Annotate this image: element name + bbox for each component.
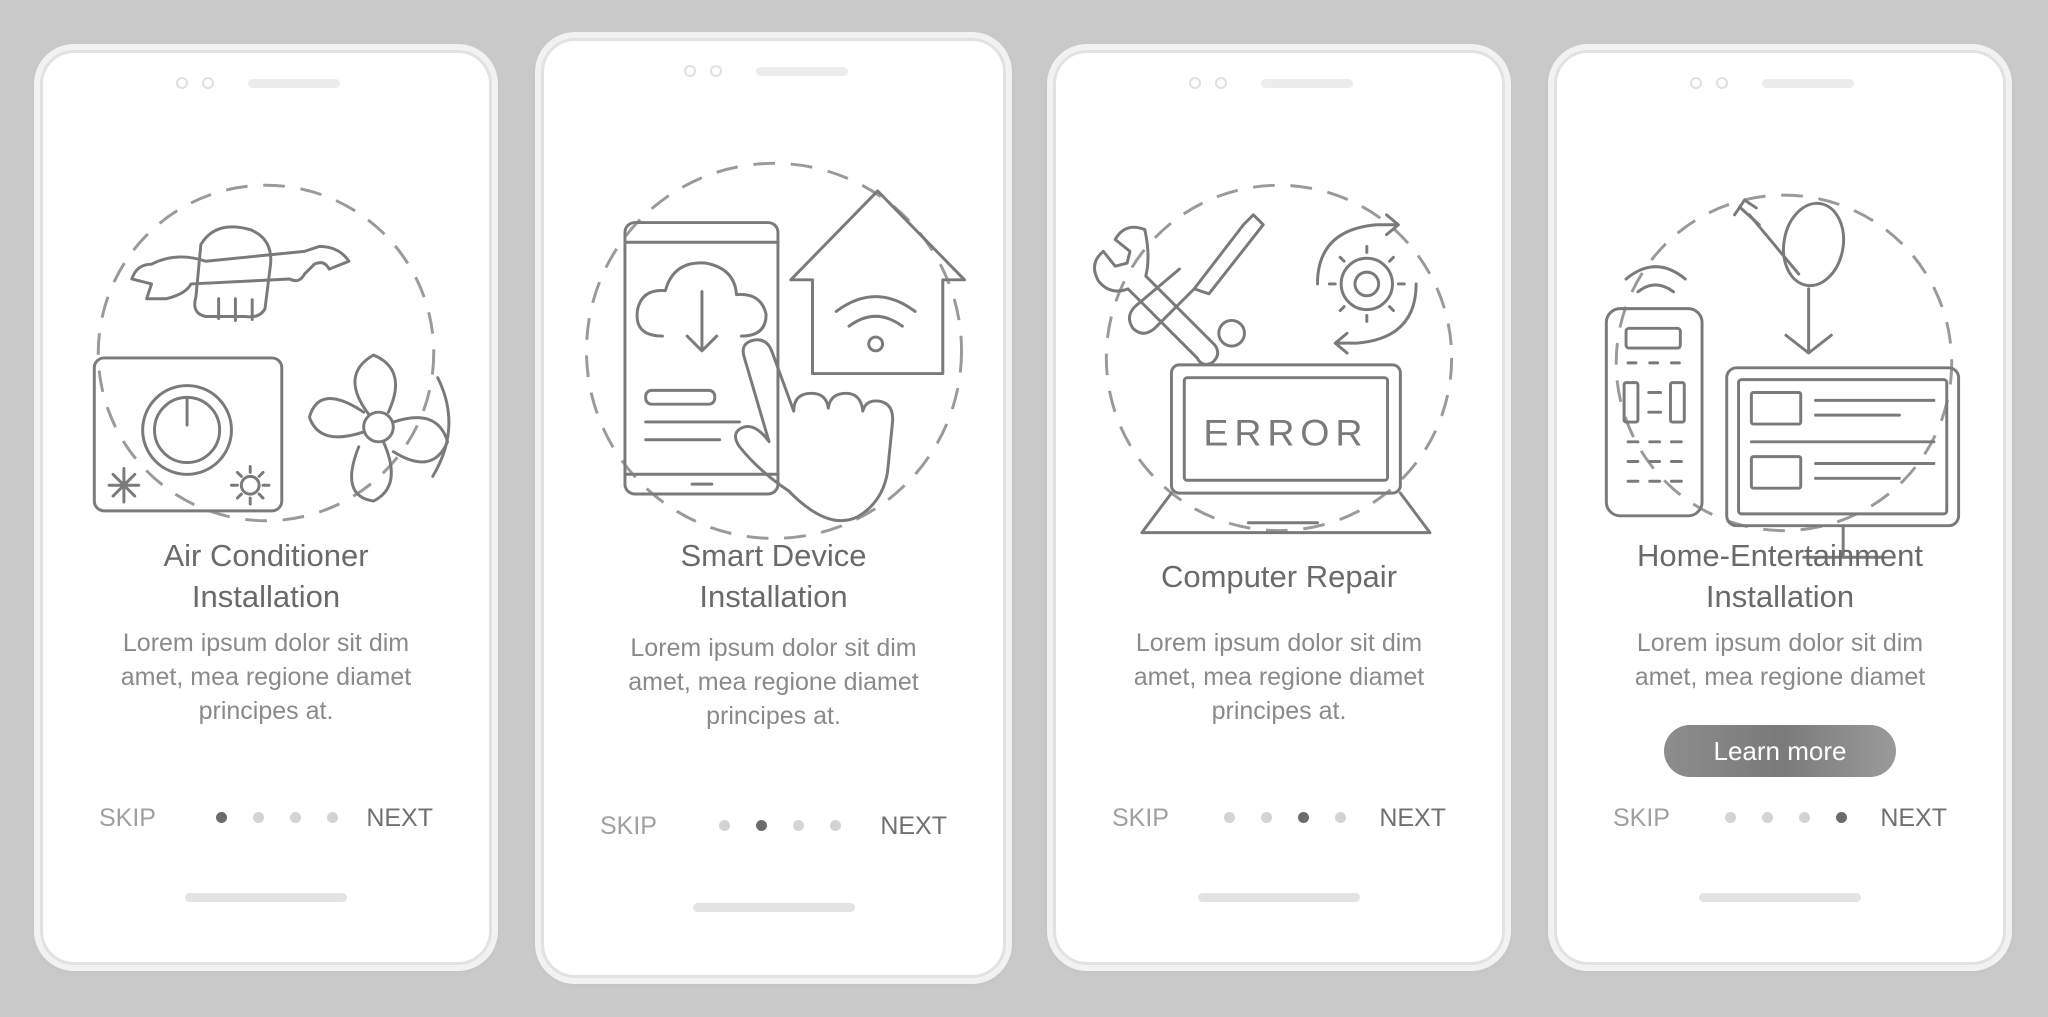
camera-dot <box>683 65 696 77</box>
page-indicator <box>714 820 841 832</box>
onboarding-nav: SKIP NEXT <box>43 798 489 838</box>
home-indicator[interactable] <box>1699 893 1861 902</box>
camera-dot <box>1690 77 1702 89</box>
title-line: Air Conditioner <box>163 538 369 573</box>
screen-description: Lorem ipsum dolor sit dim amet, mea regi… <box>73 626 459 728</box>
next-button[interactable]: NEXT <box>880 806 947 846</box>
page-dot[interactable] <box>1335 812 1346 823</box>
skip-button[interactable]: SKIP <box>1112 798 1169 838</box>
satellite-dish-icon <box>1733 198 1846 355</box>
title-line: Installation <box>1705 579 1855 614</box>
title-line: Installation <box>699 579 848 614</box>
sensor-dot <box>1215 77 1227 89</box>
phone-speaker <box>683 63 864 79</box>
wrench-screwdriver-icon <box>1093 213 1265 366</box>
smart-device-illustration <box>544 101 1003 581</box>
air-conditioner-illustration <box>43 113 489 593</box>
sensor-dot <box>202 77 214 89</box>
page-dot[interactable] <box>792 820 804 831</box>
title-line: Home-Entertainment <box>1636 538 1923 573</box>
sensor-dot <box>709 65 722 77</box>
description-line: principes at. <box>706 702 841 730</box>
screen-title: Computer Repair <box>1056 556 1502 597</box>
screen-title: Smart Device Installation <box>544 535 1003 617</box>
fan-icon <box>307 353 451 503</box>
page-dot[interactable] <box>829 820 841 831</box>
phone-speaker <box>176 75 356 91</box>
wrench-hand-icon <box>130 225 351 322</box>
page-dot-active[interactable] <box>1836 812 1847 823</box>
skip-button[interactable]: SKIP <box>99 798 156 838</box>
screen-title: Home-Entertainment Installation <box>1557 535 2003 617</box>
remote-control-icon <box>1604 265 1704 518</box>
computer-repair-illustration: ERROR <box>1056 113 1502 593</box>
phone-speaker <box>1690 75 1870 91</box>
home-indicator[interactable] <box>692 903 855 912</box>
page-indicator <box>1720 812 1847 824</box>
page-dot[interactable] <box>1799 812 1810 823</box>
page-dot-active[interactable] <box>1298 812 1309 823</box>
onboarding-nav: SKIP NEXT <box>1056 798 1502 838</box>
description-line: amet, mea regione diamet <box>120 663 412 691</box>
page-dot[interactable] <box>1261 812 1272 823</box>
description-line: amet, mea regione diamet <box>1133 663 1425 691</box>
home-entertainment-illustration <box>1557 113 2003 593</box>
title-line: Computer Repair <box>1160 559 1398 594</box>
screen-description: Lorem ipsum dolor sit dim amet, mea regi… <box>574 631 973 733</box>
home-indicator[interactable] <box>185 893 347 902</box>
page-indicator <box>1219 812 1346 824</box>
sensor-dot <box>1716 77 1728 89</box>
page-dot[interactable] <box>290 812 301 823</box>
onboarding-screen-computer-repair: ERROR Computer Repair Lorem ipsum dolor … <box>1053 50 1505 965</box>
speaker-slot <box>1261 79 1353 88</box>
page-indicator <box>206 812 338 824</box>
description-line: Lorem ipsum dolor sit dim <box>1636 629 1924 657</box>
cloud-download-icon <box>635 261 768 353</box>
page-dot[interactable] <box>718 820 730 831</box>
page-dot[interactable] <box>1762 812 1773 823</box>
description-line: Lorem ipsum dolor sit dim <box>1135 629 1423 657</box>
screen-description: Lorem ipsum dolor sit dim amet, mea regi… <box>1086 626 1472 728</box>
onboarding-screen-home-entertainment: Home-Entertainment Installation Lorem ip… <box>1554 50 2006 965</box>
next-button[interactable]: NEXT <box>1379 798 1446 838</box>
sun-icon <box>229 464 271 506</box>
learn-more-button[interactable]: Learn more <box>1664 725 1896 777</box>
title-line: Smart Device <box>680 538 867 573</box>
home-indicator[interactable] <box>1198 893 1360 902</box>
speaker-slot <box>248 79 340 88</box>
skip-button[interactable]: SKIP <box>1613 798 1670 838</box>
snowflake-icon <box>107 466 141 504</box>
dashed-circle <box>96 183 436 523</box>
camera-dot <box>1189 77 1201 89</box>
screen-description: Lorem ipsum dolor sit dim amet, mea regi… <box>1587 626 1973 694</box>
page-dot[interactable] <box>1725 812 1736 823</box>
page-dot[interactable] <box>253 812 264 823</box>
page-dot-active[interactable] <box>216 812 227 823</box>
description-line: amet, mea regione diamet <box>628 668 919 696</box>
skip-button[interactable]: SKIP <box>600 806 657 846</box>
page-dot-active[interactable] <box>755 820 767 831</box>
next-button[interactable]: NEXT <box>366 798 433 838</box>
onboarding-screen-air-conditioner: Air Conditioner Installation Lorem ipsum… <box>40 50 492 965</box>
tv-monitor-icon <box>1725 366 1961 559</box>
description-line: amet, mea regione diamet <box>1634 663 1926 691</box>
description-line: principes at. <box>1211 697 1347 725</box>
description-line: Lorem ipsum dolor sit dim <box>122 629 410 657</box>
page-dot[interactable] <box>327 812 338 823</box>
phone-speaker <box>1189 75 1369 91</box>
camera-dot <box>176 77 188 89</box>
page-dot[interactable] <box>1224 812 1235 823</box>
onboarding-nav: SKIP NEXT <box>544 806 1003 846</box>
description-line: principes at. <box>198 697 334 725</box>
speaker-slot <box>1762 79 1854 88</box>
smart-home-wifi-icon <box>789 189 966 376</box>
description-line: Lorem ipsum dolor sit dim <box>630 634 917 662</box>
speaker-slot <box>755 67 848 76</box>
title-line: Installation <box>191 579 341 614</box>
error-text: ERROR <box>1203 412 1368 454</box>
onboarding-nav: SKIP NEXT <box>1557 798 2003 838</box>
screen-title: Air Conditioner Installation <box>43 535 489 617</box>
next-button[interactable]: NEXT <box>1880 798 1947 838</box>
onboarding-screen-smart-device: Smart Device Installation Lorem ipsum do… <box>541 38 1006 978</box>
